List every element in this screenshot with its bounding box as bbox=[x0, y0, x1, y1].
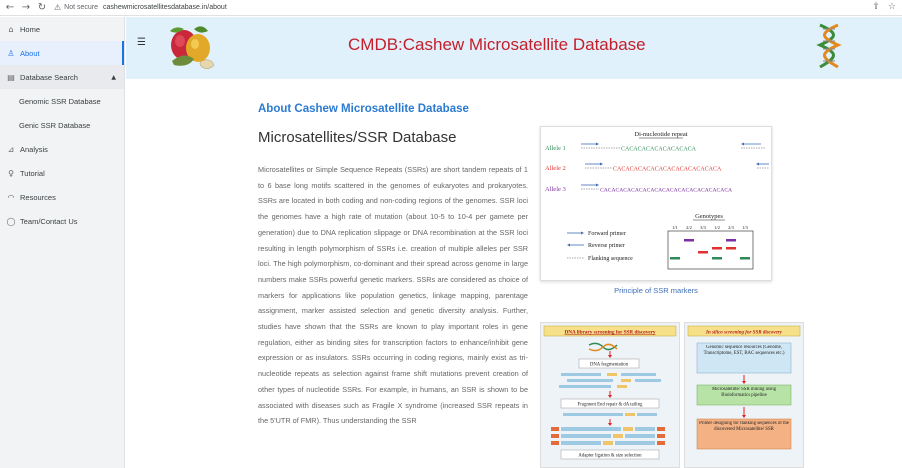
figure-title: Di-nucleotide repeat bbox=[634, 131, 687, 138]
allele-2-row: Allele 2 CACACACACACACACACACACACACA bbox=[545, 162, 769, 173]
legend-reverse-primer: Reverse primer bbox=[588, 243, 625, 249]
step-label: Genomic sequence resources (Genome, Tran… bbox=[703, 345, 785, 356]
chart-icon: ⊿ bbox=[7, 144, 15, 154]
allele-3-seq: CACACACACACACACACACACACACACACACACA bbox=[600, 188, 732, 194]
allele-2-seq: CACACACACACACACACACACACACA bbox=[613, 167, 722, 173]
sidebar-item-about[interactable]: ♙ About bbox=[0, 41, 124, 65]
dna-icon bbox=[816, 23, 842, 69]
genotype-label: 1/2 bbox=[714, 225, 720, 230]
genotype-label: 1/1 bbox=[672, 225, 678, 230]
step-label: Microsatellite/ SSR mining using Bioinfo… bbox=[711, 387, 777, 398]
section-heading: Microsatellites/SSR Database bbox=[258, 129, 457, 146]
figure-title: DNA library screening for SSR discovery bbox=[564, 330, 655, 336]
browser-toolbar: ← → ↻ ⚠ Not secure cashewmicrosatellites… bbox=[0, 0, 902, 16]
star-icon[interactable]: ☆ bbox=[888, 2, 896, 12]
ssr-principle-figure: Di-nucleotide repeat Allele 1 CACACACACA… bbox=[540, 126, 772, 281]
reload-icon[interactable]: ↻ bbox=[36, 2, 48, 14]
about-paragraph: Microsatellites or Simple Sequence Repea… bbox=[258, 165, 528, 426]
address-bar[interactable]: ⚠ Not secure cashewmicrosatellitesdataba… bbox=[54, 2, 227, 14]
wifi-icon: ◠ bbox=[7, 192, 15, 202]
figure-title: In silico screening for SSR discovery bbox=[705, 331, 783, 336]
not-secure-label: Not secure bbox=[64, 4, 99, 11]
allele-3-label: Allele 3 bbox=[545, 186, 566, 193]
allele-1-label: Allele 1 bbox=[545, 145, 566, 152]
sidebar-item-label: About bbox=[20, 48, 40, 58]
allele-1-seq: CACACACACACACACACA bbox=[621, 147, 697, 153]
in-silico-screening-figure: In silico screening for SSR discovery Ge… bbox=[684, 322, 804, 468]
sidebar-item-database-search[interactable]: ▤ Database Search ▲ bbox=[0, 65, 124, 89]
sidebar-item-analysis[interactable]: ⊿ Analysis bbox=[0, 137, 124, 161]
step-label: Fragment End repair & dA tailing bbox=[578, 403, 643, 408]
url-text[interactable]: cashewmicrosatellitesdatabase.in/about bbox=[103, 4, 227, 11]
figure-caption: Principle of SSR markers bbox=[614, 286, 698, 295]
sidebar-item-label: Resources bbox=[20, 192, 56, 202]
person-icon: ♙ bbox=[7, 48, 15, 58]
sidebar-item-label: Analysis bbox=[20, 144, 48, 154]
sidebar-item-label: Database Search bbox=[20, 72, 78, 82]
warning-icon: ⚠ bbox=[54, 3, 62, 12]
menu-toggle-icon[interactable]: ☰ bbox=[137, 37, 146, 48]
cashew-logo bbox=[170, 26, 215, 69]
home-icon: ⌂ bbox=[8, 24, 14, 34]
genotypes-title: Genotypes bbox=[695, 213, 723, 220]
dna-library-screening-figure: DNA library screening for SSR discovery … bbox=[540, 322, 680, 468]
sidebar-item-label: Genomic SSR Database bbox=[19, 96, 101, 106]
step-label: Adapter ligation & size selection bbox=[578, 454, 642, 459]
lightbulb-icon: ♀ bbox=[8, 168, 14, 178]
step-label: Primer designing for flanking sequences … bbox=[699, 421, 789, 432]
chat-icon: ◯ bbox=[6, 216, 16, 226]
genotype-label: 3/3 bbox=[700, 225, 707, 230]
sidebar-item-genic-ssr[interactable]: Genic SSR Database bbox=[0, 113, 124, 137]
forward-arrow-icon[interactable]: → bbox=[20, 2, 32, 14]
sidebar-item-label: Home bbox=[20, 24, 41, 34]
back-arrow-icon[interactable]: ← bbox=[4, 2, 16, 14]
site-header: ☰ CMDB:Cashew Microsatellite Database bbox=[126, 17, 902, 79]
allele-1-row: Allele 1 CACACACACACACACACA bbox=[545, 142, 766, 153]
sidebar-item-label: Team/Contact Us bbox=[20, 216, 78, 226]
sidebar-item-label: Tutorial bbox=[20, 168, 45, 178]
legend-flanking-sequence: Flanking sequence bbox=[588, 256, 633, 262]
site-title: CMDB:Cashew Microsatellite Database bbox=[348, 35, 646, 54]
about-heading: About Cashew Microsatellite Database bbox=[258, 103, 469, 115]
sidebar-item-resources[interactable]: ◠ Resources bbox=[0, 185, 124, 209]
allele-3-row: Allele 3 CACACACACACACACACACACACACACACAC… bbox=[545, 183, 732, 194]
genotype-label: 2/3 bbox=[728, 225, 735, 230]
sidebar: ⌂ Home ♙ About ▤ Database Search ▲ Genom… bbox=[0, 17, 125, 468]
share-icon[interactable]: ⇪ bbox=[872, 2, 880, 12]
sidebar-item-genomic-ssr[interactable]: Genomic SSR Database bbox=[0, 89, 124, 113]
genotypes-gel: Genotypes 1/1 2/2 3/3 1/2 2/3 1/3 bbox=[667, 213, 754, 270]
allele-2-label: Allele 2 bbox=[545, 165, 566, 172]
legend-forward-primer: Forward primer bbox=[588, 231, 626, 237]
sidebar-item-team-contact[interactable]: ◯ Team/Contact Us bbox=[0, 209, 124, 233]
sidebar-item-home[interactable]: ⌂ Home bbox=[0, 17, 124, 41]
sidebar-item-tutorial[interactable]: ♀ Tutorial bbox=[0, 161, 124, 185]
primer-legend: Forward primer Reverse primer Flanking s… bbox=[567, 231, 633, 262]
sidebar-item-label: Genic SSR Database bbox=[19, 120, 91, 130]
main-content: About Cashew Microsatellite Database Mic… bbox=[126, 79, 902, 468]
list-icon: ▤ bbox=[7, 72, 15, 82]
chevron-up-icon: ▲ bbox=[111, 73, 116, 81]
genotype-label: 1/3 bbox=[742, 225, 749, 230]
step-label: DNA fragmentation bbox=[590, 363, 629, 368]
genotype-label: 2/2 bbox=[686, 225, 692, 230]
